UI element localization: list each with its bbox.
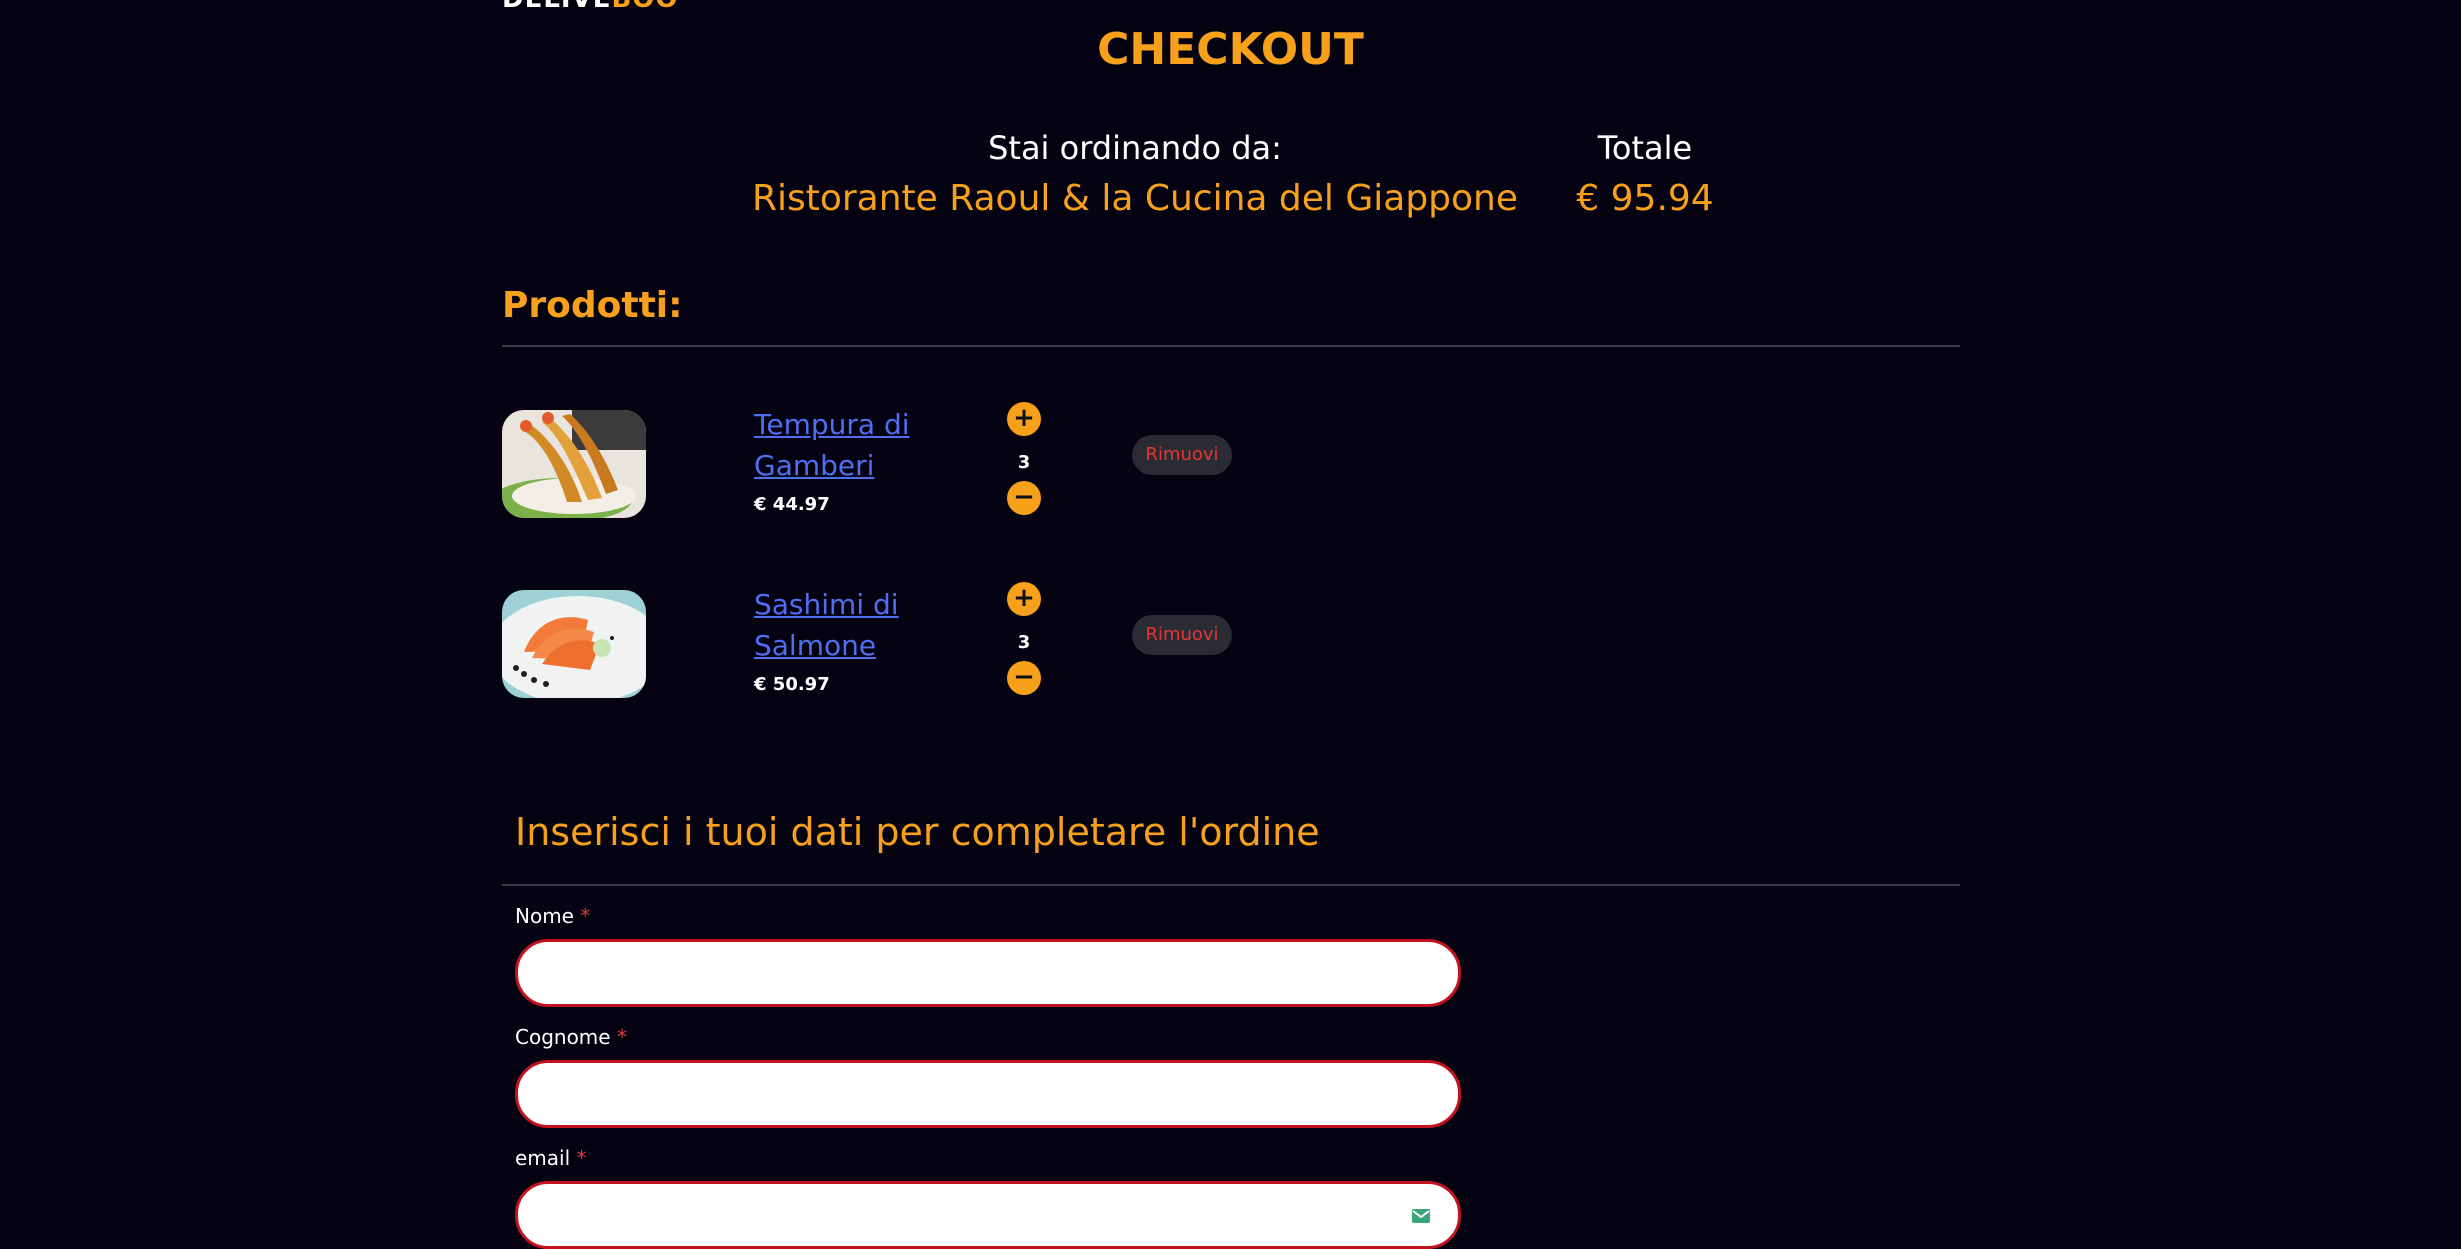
first-name-label: Nome * [515,904,590,928]
ordering-from-label: Stai ordinando da: [988,129,1282,167]
remove-product-button[interactable]: Rimuovi [1132,615,1232,655]
product-name-link[interactable]: Tempura di Gamberi [754,404,964,486]
product-name-link[interactable]: Sashimi di Salmone [754,584,964,666]
restaurant-name: Ristorante Raoul & la Cucina del Giappon… [751,178,1519,219]
product-image [502,590,646,698]
product-item: Sashimi di Salmone € 50.97 + 3 − Rimuovi [502,582,1502,698]
total-label: Totale [1597,129,1693,167]
page-title: CHECKOUT [1097,24,1364,75]
required-mark: * [616,1025,627,1049]
required-mark: * [576,1146,587,1170]
first-name-field[interactable] [515,939,1461,1007]
email-field[interactable] [515,1181,1461,1249]
product-price: € 44.97 [754,494,830,515]
email-label: email * [515,1146,587,1170]
product-price: € 50.97 [754,674,830,695]
last-name-label: Cognome * [515,1025,627,1049]
decrease-quantity-button[interactable]: − [1007,481,1041,515]
email-input[interactable] [546,1184,1430,1248]
brand-logo-part1: DELIVE [502,0,611,14]
brand-logo-part2: BOO [611,0,678,14]
product-item: Tempura di Gamberi € 44.97 + 3 − Rimuovi [502,402,1502,518]
first-name-label-text: Nome [515,904,574,928]
last-name-label-text: Cognome [515,1025,611,1049]
remove-product-button[interactable]: Rimuovi [1132,435,1232,475]
product-quantity: 3 [1017,632,1031,653]
last-name-input[interactable] [546,1063,1430,1127]
form-divider [502,884,1960,886]
decrease-quantity-button[interactable]: − [1007,661,1041,695]
increase-quantity-button[interactable]: + [1007,582,1041,616]
products-divider [502,345,1960,347]
products-heading: Prodotti: [502,285,683,326]
total-value: € 95.94 [1576,178,1714,219]
email-label-text: email [515,1146,571,1170]
brand-logo[interactable]: DELIVEBOO [502,0,679,12]
increase-quantity-button[interactable]: + [1007,402,1041,436]
first-name-input[interactable] [546,942,1430,1006]
customer-form-heading: Inserisci i tuoi dati per completare l'o… [515,810,1320,854]
mail-icon [1412,1208,1430,1227]
product-quantity: 3 [1017,452,1031,473]
required-mark: * [580,904,591,928]
product-image [502,410,646,518]
last-name-field[interactable] [515,1060,1461,1128]
